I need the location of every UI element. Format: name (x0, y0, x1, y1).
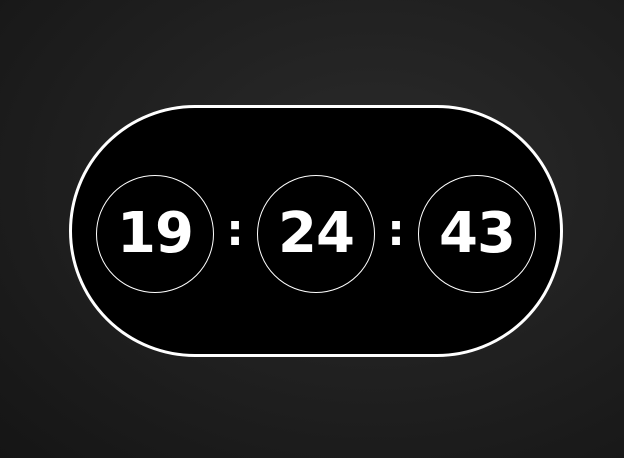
digital-clock: 19 : 24 : 43 (69, 105, 563, 357)
hours-minutes-separator: : (226, 205, 244, 256)
seconds-value: 43 (439, 201, 516, 266)
seconds-display: 43 (418, 175, 536, 293)
minutes-display: 24 (257, 175, 375, 293)
minutes-value: 24 (278, 201, 355, 266)
hours-display: 19 (96, 175, 214, 293)
minutes-seconds-separator: : (387, 205, 405, 256)
hours-value: 19 (117, 201, 194, 266)
